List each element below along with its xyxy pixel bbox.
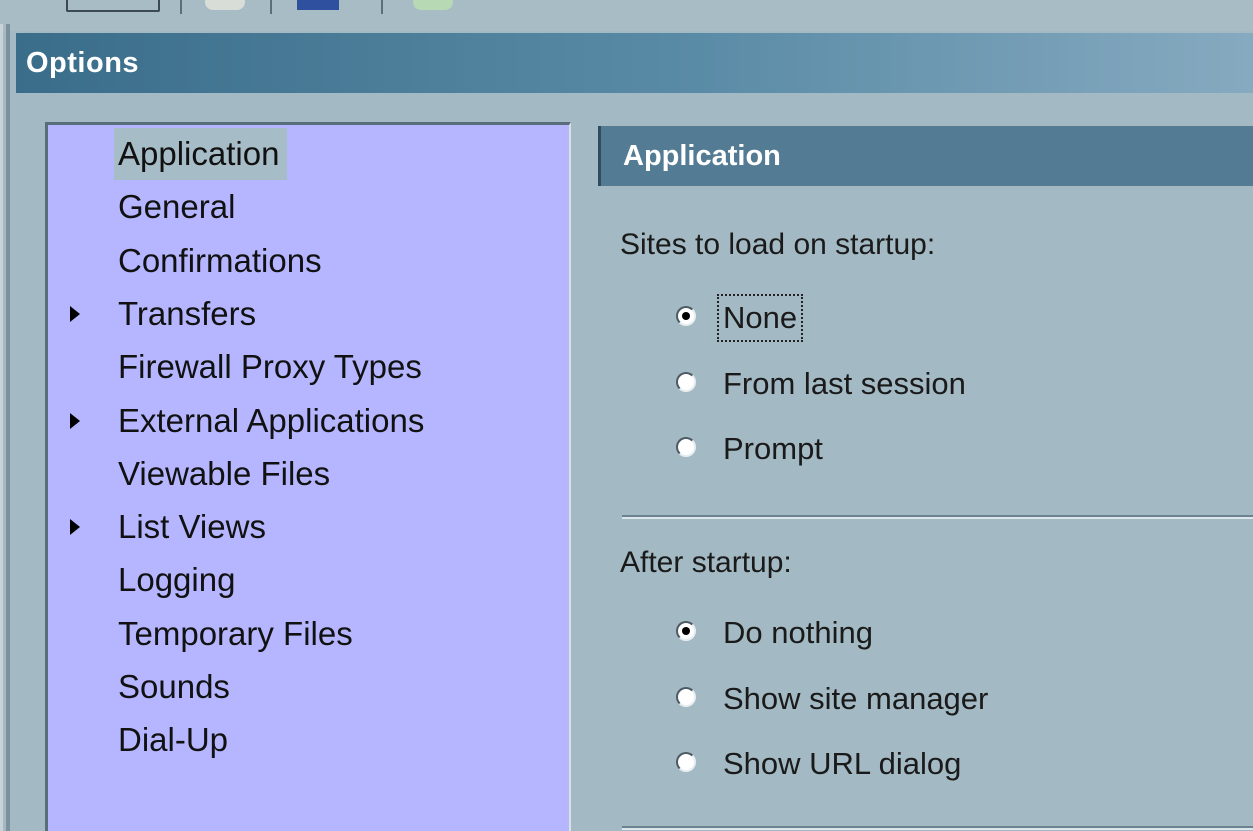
tree-item-label[interactable]: Temporary Files [114, 608, 361, 660]
tree-item-label[interactable]: Confirmations [114, 235, 330, 287]
radio-label[interactable]: None [716, 294, 804, 342]
toolbar-separator [381, 0, 383, 14]
tree-item[interactable]: Dial-Up [48, 714, 568, 766]
dialog-title: Options [26, 47, 140, 79]
radio-indicator[interactable] [676, 752, 696, 772]
tree-item[interactable]: List Views [48, 501, 568, 553]
radio-label[interactable]: From last session [723, 362, 966, 406]
tree-item-label[interactable]: Firewall Proxy Types [114, 341, 430, 393]
group-divider [622, 515, 1253, 519]
tree-item-label[interactable]: External Applications [114, 395, 432, 447]
panel-title: Application [623, 140, 781, 172]
group-divider [622, 826, 1253, 830]
tree-item[interactable]: Viewable Files [48, 448, 568, 500]
radio-label[interactable]: Prompt [723, 427, 823, 471]
radio-indicator[interactable] [676, 306, 696, 326]
expand-arrow-icon[interactable] [70, 305, 80, 322]
panel-header: Application [598, 126, 1253, 186]
window-edge [6, 24, 10, 831]
window-edge [0, 24, 3, 831]
tree-item[interactable]: Confirmations [48, 235, 568, 287]
tree-item-label[interactable]: List Views [114, 501, 274, 553]
radio-indicator[interactable] [676, 437, 696, 457]
radio-indicator[interactable] [676, 687, 696, 707]
radio-label[interactable]: Show URL dialog [723, 742, 961, 786]
startup-group-label: Sites to load on startup: [620, 228, 936, 261]
toolbar-icon [66, 0, 160, 12]
toolbar-icon [297, 0, 339, 10]
tree-item-label[interactable]: Sounds [114, 661, 238, 713]
tree-item[interactable]: Sounds [48, 661, 568, 713]
tree-item[interactable]: Application [48, 128, 568, 180]
tree-item-label[interactable]: General [114, 181, 243, 233]
toolbar-icon [205, 0, 245, 10]
tree-item-label[interactable]: Application [114, 128, 288, 180]
radio-label[interactable]: Show site manager [723, 677, 988, 721]
tree-item[interactable]: Logging [48, 554, 568, 606]
toolbar-icon [413, 0, 453, 10]
expand-arrow-icon[interactable] [70, 412, 80, 429]
radio-indicator[interactable] [676, 372, 696, 392]
tree-item-label[interactable]: Viewable Files [114, 448, 338, 500]
tree-item-label[interactable]: Dial-Up [114, 714, 236, 766]
dialog-title-bar[interactable]: Options [16, 33, 1253, 93]
toolbar-separator [180, 0, 182, 14]
expand-arrow-icon[interactable] [70, 519, 80, 536]
tree-item[interactable]: Firewall Proxy Types [48, 341, 568, 393]
tree-item[interactable]: General [48, 181, 568, 233]
background-toolbar [0, 0, 1253, 31]
after-startup-group-label: After startup: [620, 546, 792, 579]
tree-item[interactable]: External Applications [48, 395, 568, 447]
radio-indicator[interactable] [676, 621, 696, 641]
tree-item-label[interactable]: Logging [114, 554, 243, 606]
tree-item-label[interactable]: Transfers [114, 288, 264, 340]
tree-item[interactable]: Temporary Files [48, 608, 568, 660]
options-category-tree[interactable]: Application General Confirmations Transfers… [45, 122, 571, 831]
tree-item[interactable]: Transfers [48, 288, 568, 340]
toolbar-separator [270, 0, 272, 14]
radio-label[interactable]: Do nothing [723, 611, 873, 655]
